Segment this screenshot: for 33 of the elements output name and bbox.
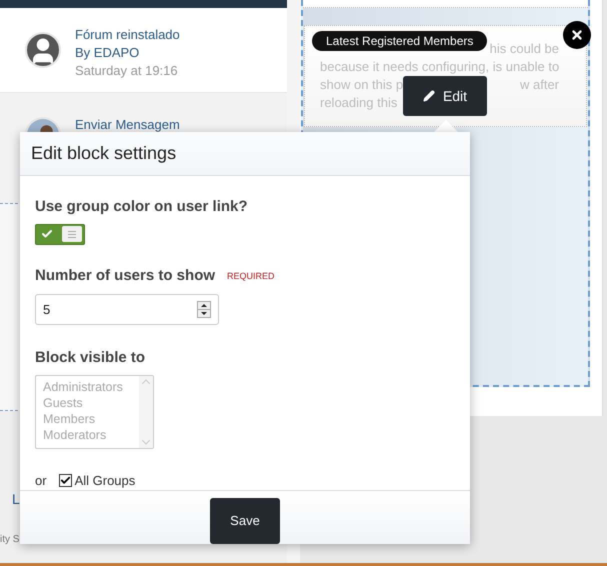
thread-title-link[interactable]: Fórum reinstalado bbox=[75, 26, 180, 44]
field-label: Use group color on user link? bbox=[35, 197, 249, 218]
toggle-knob bbox=[62, 226, 82, 242]
thread-title-link[interactable]: Enviar Mensagem bbox=[75, 117, 180, 132]
field-label: Number of users to show bbox=[35, 266, 216, 286]
check-icon bbox=[60, 474, 71, 486]
footer-link[interactable]: L bbox=[12, 489, 20, 510]
avatar bbox=[25, 32, 61, 68]
edit-button[interactable]: Edit bbox=[403, 76, 487, 116]
all-groups-checkbox[interactable]: All Groups bbox=[58, 470, 136, 490]
checkbox[interactable] bbox=[58, 474, 72, 487]
save-button[interactable]: Save bbox=[210, 498, 280, 544]
required-label: REQUIRED bbox=[227, 270, 275, 284]
block-title-badge: Latest Registered Members bbox=[312, 31, 488, 51]
block-message: w after bbox=[520, 76, 560, 94]
pencil-icon bbox=[422, 90, 435, 102]
dialog-title: Edit block settings bbox=[31, 142, 176, 166]
scrollbar[interactable] bbox=[139, 376, 153, 448]
spinner-icon bbox=[197, 301, 211, 318]
block-message: his could be bbox=[490, 40, 560, 58]
block-message: reloading this bbox=[320, 94, 398, 112]
block-message: because it needs configuring, is unable to bbox=[320, 58, 560, 76]
or-label: or bbox=[35, 472, 47, 490]
thread-author: By EDAPO bbox=[75, 44, 140, 62]
footer-text: ity S bbox=[0, 533, 20, 547]
toggle-switch[interactable] bbox=[35, 224, 85, 245]
dialog-pointer bbox=[434, 120, 458, 132]
thread-time: Saturday at 19:16 bbox=[75, 62, 179, 80]
block-message: show on this p bbox=[320, 76, 404, 94]
number-field[interactable]: 5 bbox=[35, 294, 219, 326]
close-icon bbox=[570, 28, 584, 42]
field-label: Block visible to bbox=[35, 348, 146, 368]
check-icon bbox=[41, 228, 53, 240]
